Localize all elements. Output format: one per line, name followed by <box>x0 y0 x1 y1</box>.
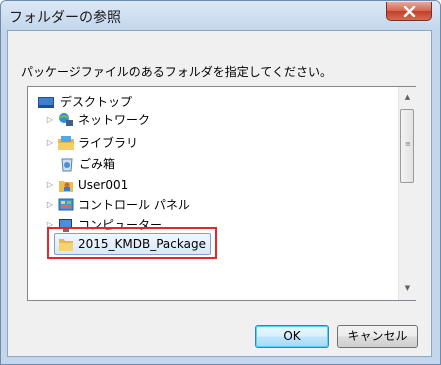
tree-item-label: デスクトップ <box>60 95 133 109</box>
grip-icon: ≡ <box>405 140 411 148</box>
dialog-title: フォルダーの参照 <box>9 10 121 26</box>
tree-item-label: コントロール パネル <box>78 198 190 212</box>
tree-item-label: ネットワーク <box>78 113 151 127</box>
scroll-down-arrow-icon[interactable]: ▼ <box>399 280 416 297</box>
tree-item-label: User001 <box>78 178 129 192</box>
instruction-text: パッケージファイルのあるフォルダを指定してください。 <box>21 65 333 79</box>
vertical-scrollbar[interactable]: ▲ ≡ ▼ <box>398 87 416 300</box>
desktop-icon <box>38 94 54 110</box>
close-icon <box>403 6 416 17</box>
expand-arrow-icon[interactable]: ▷ <box>45 176 55 194</box>
control-panel-icon <box>58 197 74 213</box>
cancel-button[interactable]: キャンセル <box>337 325 418 348</box>
tree-item-label: ライブラリ <box>78 136 139 150</box>
expand-arrow-icon[interactable]: ▷ <box>45 134 55 152</box>
user-folder-icon <box>58 177 74 193</box>
highlight-annotation <box>47 227 217 259</box>
recycle-bin-icon <box>59 156 75 172</box>
expand-arrow-icon[interactable]: ▷ <box>45 111 55 129</box>
scroll-up-arrow-icon[interactable]: ▲ <box>399 89 416 106</box>
library-icon <box>58 135 74 151</box>
scroll-thumb[interactable]: ≡ <box>400 109 414 183</box>
close-button[interactable] <box>386 2 432 21</box>
expand-arrow-icon[interactable]: ▷ <box>45 196 55 214</box>
tree-item-label: ごみ箱 <box>79 157 116 171</box>
network-icon <box>58 112 74 128</box>
ok-button[interactable]: OK <box>255 325 329 348</box>
title-bar[interactable]: フォルダーの参照 <box>1 1 440 31</box>
